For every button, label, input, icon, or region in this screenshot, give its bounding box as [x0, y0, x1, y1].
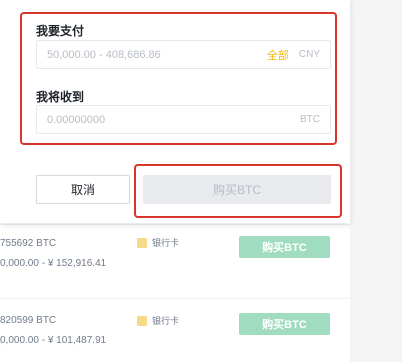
divider [0, 224, 350, 225]
pay-label: 我要支付 [36, 24, 85, 38]
buy-btc-button[interactable]: 购买BTC [239, 236, 330, 258]
buy-btc-button[interactable]: 购买BTC [239, 313, 330, 335]
payment-method: 银行卡 [137, 314, 179, 327]
pay-all-link[interactable]: 全部 [267, 47, 289, 63]
receive-currency: BTC [300, 114, 320, 125]
pay-amount-input[interactable]: 50,000.00 - 408,686.86 全部 CNY [36, 40, 331, 69]
payment-label: 银行卡 [152, 316, 180, 326]
offer-amount: 755692 BTC [0, 238, 57, 249]
bank-card-icon [137, 315, 147, 326]
page: 755692 BTC 0,000.00 - ¥ 152,916.41 银行卡 购… [0, 0, 402, 362]
receive-label: 我将收到 [36, 90, 85, 104]
offer-limit: 0,000.00 - ¥ 101,487.91 [0, 335, 107, 346]
offer-amount: 820599 BTC [0, 315, 57, 326]
bank-card-icon [137, 237, 147, 248]
pay-placeholder: 50,000.00 - 408,686.86 [47, 48, 161, 61]
receive-amount-input[interactable]: 0.00000000 BTC [36, 105, 331, 134]
buy-btc-submit-button[interactable]: 购买BTC [143, 175, 331, 204]
cancel-button[interactable]: 取消 [36, 175, 130, 204]
buy-dialog: 我要支付 50,000.00 - 408,686.86 全部 CNY 我将收到 … [0, 0, 350, 223]
payment-label: 银行卡 [152, 238, 180, 248]
offer-limit: 0,000.00 - ¥ 152,916.41 [0, 258, 107, 269]
right-strip [350, 0, 402, 362]
payment-method: 银行卡 [137, 236, 179, 249]
divider [0, 298, 350, 299]
pay-currency: CNY [298, 49, 320, 60]
receive-value: 0.00000000 [47, 113, 106, 126]
